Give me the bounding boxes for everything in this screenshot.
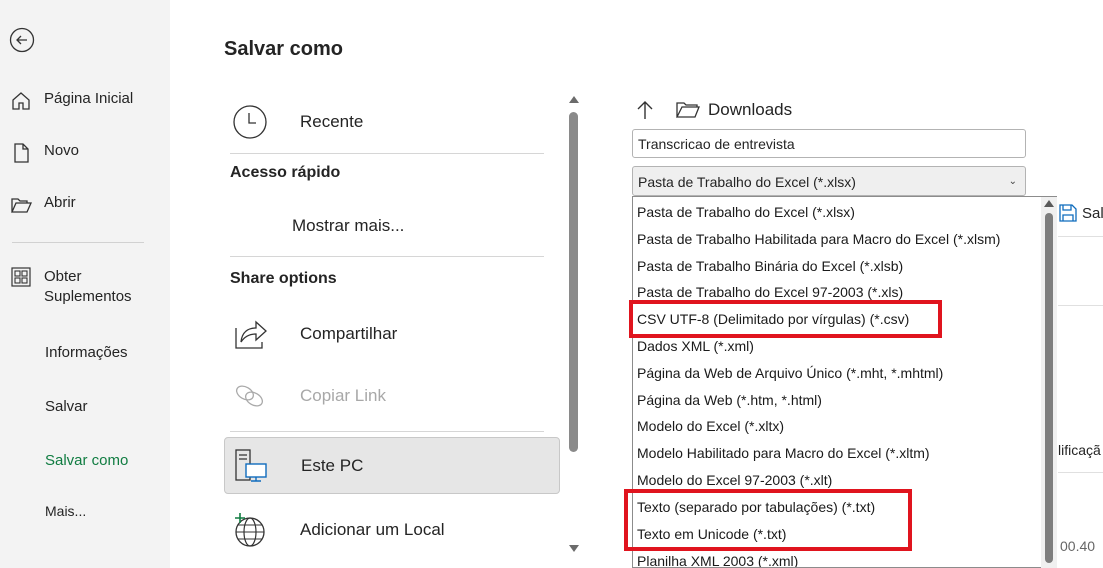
page-title: Salvar como bbox=[224, 38, 343, 60]
divider bbox=[230, 431, 544, 432]
scroll-up-arrow-icon[interactable] bbox=[1044, 200, 1054, 207]
new-document-icon bbox=[10, 142, 32, 164]
chevron-down-icon: ⌄ bbox=[1008, 176, 1017, 187]
nav-item-save[interactable]: Salvar bbox=[45, 398, 195, 415]
filetype-select[interactable]: Pasta de Trabalho do Excel (*.xlsx) ⌄ bbox=[632, 166, 1026, 196]
filetype-option[interactable]: Pasta de Trabalho do Excel (*.xlsx) bbox=[637, 201, 855, 223]
highlight-csv-option bbox=[629, 300, 942, 338]
nav-item-home[interactable]: Página Inicial bbox=[10, 90, 160, 112]
link-icon bbox=[232, 378, 268, 414]
divider bbox=[1058, 472, 1103, 473]
filetype-option[interactable]: Página da Web (*.htm, *.html) bbox=[637, 389, 822, 411]
save-icon bbox=[1058, 203, 1078, 223]
filename-input[interactable] bbox=[632, 129, 1026, 158]
divider bbox=[1058, 236, 1103, 237]
filetype-option[interactable]: Dados XML (*.xml) bbox=[637, 335, 754, 357]
share-icon bbox=[232, 316, 268, 352]
location-share[interactable]: Compartilhar bbox=[224, 314, 560, 354]
nav-item-label: Página Inicial bbox=[44, 90, 134, 107]
folder-icon bbox=[675, 101, 700, 119]
up-folder-icon[interactable] bbox=[636, 100, 654, 120]
location-label: Adicionar um Local bbox=[300, 520, 445, 539]
show-more-label: Mostrar mais... bbox=[292, 216, 405, 235]
current-path: Downloads bbox=[636, 100, 792, 120]
location-label: Copiar Link bbox=[300, 386, 386, 405]
nav-divider bbox=[12, 242, 144, 243]
nav-item-label: Salvar bbox=[45, 398, 88, 415]
filetype-selected-label: Pasta de Trabalho do Excel (*.xlsx) bbox=[638, 174, 856, 190]
nav-item-more[interactable]: Mais... bbox=[45, 503, 195, 519]
filetype-option[interactable]: Modelo do Excel (*.xltx) bbox=[637, 415, 784, 437]
nav-item-label: Salvar como bbox=[45, 452, 129, 469]
clock-icon bbox=[232, 104, 268, 140]
filetype-option[interactable]: Pasta de Trabalho Habilitada para Macro … bbox=[637, 228, 1000, 250]
filetype-option[interactable]: Página da Web de Arquivo Único (*.mht, *… bbox=[637, 362, 943, 384]
location-add-place[interactable]: Adicionar um Local bbox=[224, 510, 560, 550]
nav-item-label: Obter Suplementos bbox=[44, 267, 132, 307]
filetype-option[interactable]: Pasta de Trabalho Binária do Excel (*.xl… bbox=[637, 255, 903, 277]
divider bbox=[230, 153, 544, 154]
filetype-option[interactable]: Planilha XML 2003 (*.xml) bbox=[637, 550, 798, 567]
divider bbox=[1058, 305, 1103, 306]
scroll-thumb[interactable] bbox=[569, 112, 578, 452]
nav-item-save-as[interactable]: Salvar como bbox=[45, 452, 195, 469]
location-recent[interactable]: Recente bbox=[224, 102, 560, 142]
filetype-option[interactable]: Modelo do Excel 97-2003 (*.xlt) bbox=[637, 469, 832, 491]
location-this-pc[interactable]: Este PC bbox=[224, 437, 560, 494]
nav-item-label: Mais... bbox=[45, 503, 87, 519]
nav-item-info[interactable]: Informações bbox=[45, 344, 195, 361]
globe-add-icon bbox=[232, 512, 268, 548]
filetype-option[interactable]: Modelo Habilitado para Macro do Excel (*… bbox=[637, 442, 930, 464]
nav-item-new[interactable]: Novo bbox=[10, 142, 160, 164]
this-pc-icon bbox=[233, 448, 269, 484]
date-partial: 00.40 bbox=[1060, 538, 1096, 554]
scroll-down-arrow-icon[interactable] bbox=[569, 545, 579, 552]
nav-item-addins[interactable]: Obter Suplementos bbox=[10, 266, 160, 307]
scroll-thumb[interactable] bbox=[1045, 213, 1053, 563]
dropdown-scrollbar[interactable] bbox=[1041, 197, 1057, 568]
scroll-up-arrow-icon[interactable] bbox=[569, 96, 579, 103]
nav-item-label: Informações bbox=[45, 344, 128, 361]
nav-item-label-line1: Obter bbox=[44, 268, 82, 285]
backstage-nav: Página Inicial Novo Abrir Obter Suplemen… bbox=[0, 0, 170, 568]
column-header-partial: lificaçã bbox=[1058, 442, 1101, 458]
folder-name[interactable]: Downloads bbox=[708, 100, 792, 120]
location-label: Recente bbox=[300, 112, 364, 131]
save-button[interactable]: Sal bbox=[1058, 203, 1103, 223]
nav-item-open[interactable]: Abrir bbox=[10, 194, 160, 216]
home-icon bbox=[10, 90, 32, 112]
share-options-header: Share options bbox=[230, 270, 337, 287]
highlight-text-options bbox=[624, 489, 912, 551]
folder-open-icon bbox=[10, 194, 33, 216]
nav-item-label: Novo bbox=[44, 142, 80, 159]
nav-item-label-line2: Suplementos bbox=[44, 288, 132, 305]
save-button-label: Sal bbox=[1082, 204, 1103, 222]
back-arrow-icon[interactable] bbox=[9, 27, 35, 53]
divider bbox=[230, 256, 544, 257]
location-label: Compartilhar bbox=[300, 324, 398, 343]
location-label: Este PC bbox=[301, 455, 364, 475]
location-copy-link: Copiar Link bbox=[224, 376, 560, 416]
nav-item-label: Abrir bbox=[44, 194, 76, 211]
addins-grid-icon bbox=[10, 266, 32, 288]
quick-access-header: Acesso rápido bbox=[230, 164, 341, 181]
locations-scrollbar[interactable] bbox=[566, 92, 582, 552]
